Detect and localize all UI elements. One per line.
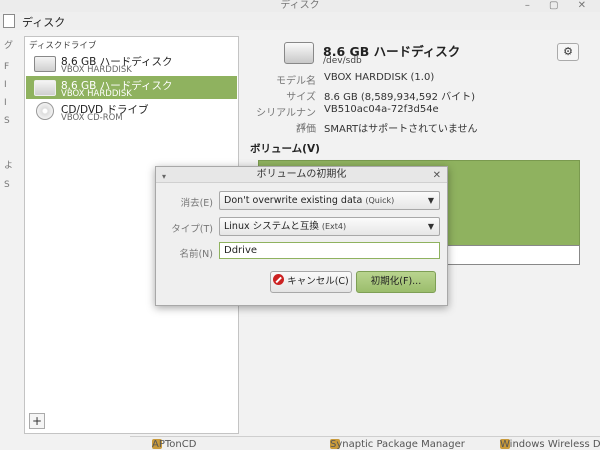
hard-disk-icon <box>284 42 314 64</box>
stray-letter: S <box>4 116 10 126</box>
erase-value: Don't overwrite existing data <box>224 195 363 206</box>
background-taskbar: APTonCD Synaptic Package Manager Windows… <box>130 436 600 450</box>
name-label: 名前(N) <box>179 249 213 260</box>
app-title: ディスク <box>22 16 66 29</box>
property-key: モデル名 <box>276 76 316 87</box>
property-key: 評価 <box>296 124 316 135</box>
volumes-heading: ボリューム(V) <box>250 143 320 155</box>
stray-letter: S <box>4 180 10 190</box>
cancel-label: キャンセル(C) <box>287 276 349 287</box>
property-serial: シリアルナンバー VB510ac04a-72f3d54e <box>250 104 590 134</box>
dialog-titlebar: ▾ ボリュームの初期化 ✕ <box>156 167 447 183</box>
hard-disk-icon <box>34 80 56 96</box>
menubar: ディスク <box>0 12 600 30</box>
gear-icon: ⚙ <box>563 45 573 58</box>
stray-letter: F <box>4 62 10 72</box>
erase-row: 消去(E) Don't overwrite existing data (Qui… <box>156 191 447 211</box>
close-icon[interactable]: ✕ <box>433 168 441 184</box>
drive-item-hdd-2[interactable]: 8.6 GB ハードディスク VBOX HARDDISK <box>26 76 237 99</box>
drive-model: VBOX CD-ROM <box>61 113 123 123</box>
erase-label: 消去(E) <box>180 198 213 209</box>
dialog-menu-icon[interactable]: ▾ <box>162 169 166 185</box>
format-volume-dialog: ▾ ボリュームの初期化 ✕ 消去(E) Don't overwrite exis… <box>155 166 448 306</box>
type-row: タイプ(T) Linux システムと互換 (Ext4) ▼ <box>156 217 447 237</box>
erase-hint: (Quick) <box>365 196 395 205</box>
property-size: サイズ 8.6 GB (8,589,934,592 バイト) <box>250 88 590 103</box>
stray-letter: I <box>4 98 7 108</box>
drive-list-section-title: ディスクドライブ <box>29 41 97 51</box>
window-title: ディスク <box>280 0 320 11</box>
stray-letter: よ <box>4 161 14 171</box>
hard-disk-icon <box>34 56 56 72</box>
add-drive-button[interactable]: + <box>29 413 45 429</box>
volume-info-field <box>440 245 580 265</box>
type-hint: (Ext4) <box>321 222 347 231</box>
checkbox[interactable] <box>3 14 15 28</box>
drive-model: VBOX HARDDISK <box>61 65 132 75</box>
name-row: 名前(N) Ddrive <box>156 242 447 262</box>
drive-item-cdrom[interactable]: CD/DVD ドライブ VBOX CD-ROM <box>26 100 237 123</box>
drive-model: VBOX HARDDISK <box>61 89 132 99</box>
cancel-button[interactable]: キャンセル(C) <box>270 271 352 293</box>
property-value: SMARTはサポートされていません <box>324 124 478 135</box>
property-key: サイズ <box>286 92 316 103</box>
cancel-icon <box>273 274 285 285</box>
type-value: Linux システムと互換 <box>224 221 319 232</box>
property-assessment: 評価 SMARTはサポートされていません <box>250 120 590 135</box>
format-button[interactable]: 初期化(F)... <box>356 271 436 293</box>
property-value: VB510ac04a-72f3d54e <box>324 104 439 115</box>
chevron-down-icon: ▼ <box>427 222 434 231</box>
property-value: 8.6 GB (8,589,934,592 バイト) <box>324 92 476 103</box>
erase-select[interactable]: Don't overwrite existing data (Quick) ▼ <box>219 191 440 210</box>
stray-letter: グ <box>4 41 14 51</box>
property-model: モデル名 VBOX HARDDISK (1.0) <box>250 72 590 87</box>
drive-settings-button[interactable]: ⚙ <box>557 43 579 61</box>
chevron-down-icon: ▼ <box>427 196 434 205</box>
type-label: タイプ(T) <box>171 224 213 235</box>
type-select[interactable]: Linux システムと互換 (Ext4) ▼ <box>219 217 440 236</box>
volume-name-input[interactable]: Ddrive <box>219 242 440 259</box>
stray-letter: I <box>4 80 7 90</box>
dialog-title: ボリュームの初期化 <box>256 169 347 180</box>
window-controls[interactable]: – ▢ ✕ <box>525 0 594 12</box>
optical-disc-icon <box>36 102 54 120</box>
device-path: /dev/sdb <box>323 56 362 66</box>
drive-item-hdd-1[interactable]: 8.6 GB ハードディスク VBOX HARDDISK <box>26 52 237 75</box>
property-value: VBOX HARDDISK (1.0) <box>324 72 435 83</box>
window-titlebar: ディスク – ▢ ✕ <box>0 0 600 12</box>
